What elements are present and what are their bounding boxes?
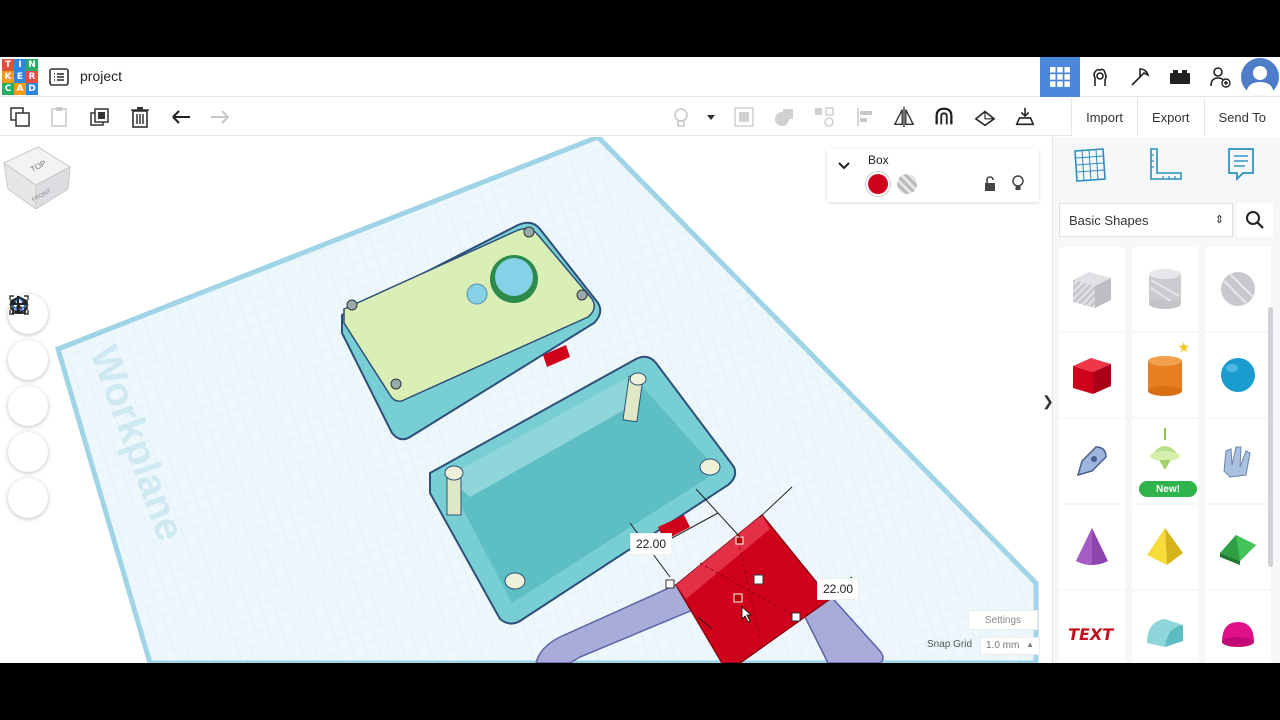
logo-letter-tile: C bbox=[2, 83, 14, 95]
shapes-scrollbar[interactable] bbox=[1268, 307, 1273, 567]
ruler-icon[interactable] bbox=[1145, 145, 1185, 185]
shape-grid: ★ New! TEXT bbox=[1059, 247, 1271, 663]
3d-design-grid-icon[interactable] bbox=[1040, 57, 1080, 97]
logo-letter-tile: T bbox=[2, 59, 14, 71]
logo-letter-tile: I bbox=[14, 59, 26, 71]
box-hole-shape[interactable] bbox=[1059, 247, 1125, 331]
select-arrows-icon: ⇕ bbox=[1214, 214, 1224, 226]
duplicate-icon[interactable] bbox=[89, 106, 111, 128]
text-shape[interactable]: TEXT bbox=[1059, 591, 1125, 663]
solid-color-swatch[interactable] bbox=[868, 174, 888, 194]
roof-shape[interactable] bbox=[1205, 505, 1271, 589]
export-button[interactable]: Export bbox=[1136, 98, 1204, 136]
pyramid-shape[interactable] bbox=[1132, 505, 1198, 589]
notes-icon[interactable] bbox=[1221, 145, 1261, 185]
cylinder-shape[interactable]: ★ bbox=[1132, 333, 1198, 417]
top-right-toolbar bbox=[1040, 57, 1280, 97]
new-badge: New! bbox=[1139, 481, 1197, 497]
view-tools bbox=[8, 294, 48, 524]
hole-swatch[interactable] bbox=[897, 174, 917, 194]
import-button[interactable]: Import bbox=[1072, 98, 1137, 136]
tinkercad-logo[interactable]: TINKERCAD bbox=[2, 59, 38, 95]
logo-letter-tile: A bbox=[14, 83, 26, 95]
scribble-shape[interactable] bbox=[1059, 419, 1125, 503]
shape-inspector: Box bbox=[827, 148, 1039, 202]
half-cylinder-shape[interactable] bbox=[1132, 591, 1198, 663]
workplane-grid-icon[interactable] bbox=[1069, 145, 1109, 185]
light-bulb-icon[interactable] bbox=[670, 106, 692, 128]
add-user-icon[interactable] bbox=[1200, 57, 1240, 97]
logo-letter-tile: E bbox=[14, 71, 26, 83]
undo-icon[interactable] bbox=[170, 106, 192, 128]
new-shape[interactable]: New! bbox=[1132, 419, 1198, 503]
length-dimension-input[interactable]: 22.00 bbox=[817, 578, 860, 600]
workplane-area[interactable]: Workplane 22.00 22.00 TOP FRONT Box Sett… bbox=[0, 137, 1052, 663]
magnet-icon[interactable] bbox=[933, 106, 955, 128]
solid-icon[interactable] bbox=[773, 106, 795, 128]
caret-up-icon: ▲ bbox=[1026, 640, 1034, 649]
view-cube[interactable]: TOP FRONT bbox=[0, 137, 72, 209]
logo-letter-tile: N bbox=[26, 59, 38, 71]
edit-toolbar: Import Export Send To bbox=[0, 98, 1280, 136]
zoom-in-icon[interactable] bbox=[8, 296, 48, 426]
box-shape[interactable] bbox=[1059, 333, 1125, 417]
group-icon[interactable] bbox=[733, 106, 755, 128]
copy-icon[interactable] bbox=[9, 106, 31, 128]
paste-icon[interactable] bbox=[48, 106, 70, 128]
lego-brick-icon[interactable] bbox=[1160, 57, 1200, 97]
redo-icon[interactable] bbox=[209, 106, 231, 128]
svg-text:TEXT: TEXT bbox=[1069, 625, 1115, 644]
logo-letter-tile: R bbox=[26, 71, 38, 83]
flip-icon[interactable] bbox=[893, 106, 915, 128]
send-to-button[interactable]: Send To bbox=[1203, 98, 1280, 136]
snap-grid-label: Snap Grid bbox=[927, 639, 973, 650]
user-avatar[interactable] bbox=[1241, 58, 1279, 96]
zoom-out-icon[interactable] bbox=[8, 303, 48, 472]
star-icon: ★ bbox=[1177, 339, 1190, 355]
ungroup-icon[interactable] bbox=[813, 106, 835, 128]
tinkercad-window: TINKERCAD project Import Export Send To … bbox=[0, 57, 1280, 663]
drop-icon[interactable] bbox=[1014, 106, 1036, 128]
sphere-hole-shape[interactable] bbox=[1205, 247, 1271, 331]
width-dimension-input[interactable]: 22.00 bbox=[630, 533, 673, 555]
design-list-icon[interactable] bbox=[48, 66, 70, 88]
cylinder-hole-shape[interactable] bbox=[1132, 247, 1198, 331]
delete-icon[interactable] bbox=[129, 106, 151, 128]
snap-grid-value: 1.0 mm bbox=[986, 640, 1020, 651]
snap-grid-select[interactable]: 1.0 mm ▲ bbox=[980, 637, 1040, 655]
top-bar: TINKERCAD project bbox=[0, 57, 1280, 97]
text-hand-shape[interactable] bbox=[1205, 419, 1271, 503]
inspector-title: Box bbox=[868, 153, 889, 167]
shape-category-value: Basic Shapes bbox=[1069, 213, 1149, 228]
logo-letter-tile: D bbox=[26, 83, 38, 95]
paraboloid-shape[interactable] bbox=[1205, 591, 1271, 663]
shape-category-select[interactable]: Basic Shapes ⇕ bbox=[1059, 203, 1233, 237]
cone-shape[interactable] bbox=[1059, 505, 1125, 589]
search-icon[interactable] bbox=[1237, 203, 1273, 237]
codeblocks-icon[interactable] bbox=[1120, 57, 1160, 97]
file-actions: Import Export Send To bbox=[1071, 98, 1280, 136]
project-name[interactable]: project bbox=[80, 68, 122, 84]
dropdown-icon[interactable] bbox=[700, 106, 722, 128]
align-icon[interactable] bbox=[855, 106, 877, 128]
workplane-canvas[interactable]: Workplane bbox=[0, 137, 1052, 663]
cruise-icon[interactable] bbox=[974, 106, 996, 128]
settings-button[interactable]: Settings bbox=[968, 610, 1038, 630]
sphere-shape[interactable] bbox=[1205, 333, 1271, 417]
circuits-icon[interactable] bbox=[1080, 57, 1120, 97]
panel-toggle-chevron-icon[interactable]: ❯ bbox=[1041, 384, 1052, 418]
fit-view-icon[interactable] bbox=[8, 295, 48, 380]
perspective-view-icon[interactable] bbox=[8, 296, 48, 518]
shapes-panel: Basic Shapes ⇕ ★ New! TEXT bbox=[1052, 137, 1280, 663]
logo-letter-tile: K bbox=[2, 71, 14, 83]
